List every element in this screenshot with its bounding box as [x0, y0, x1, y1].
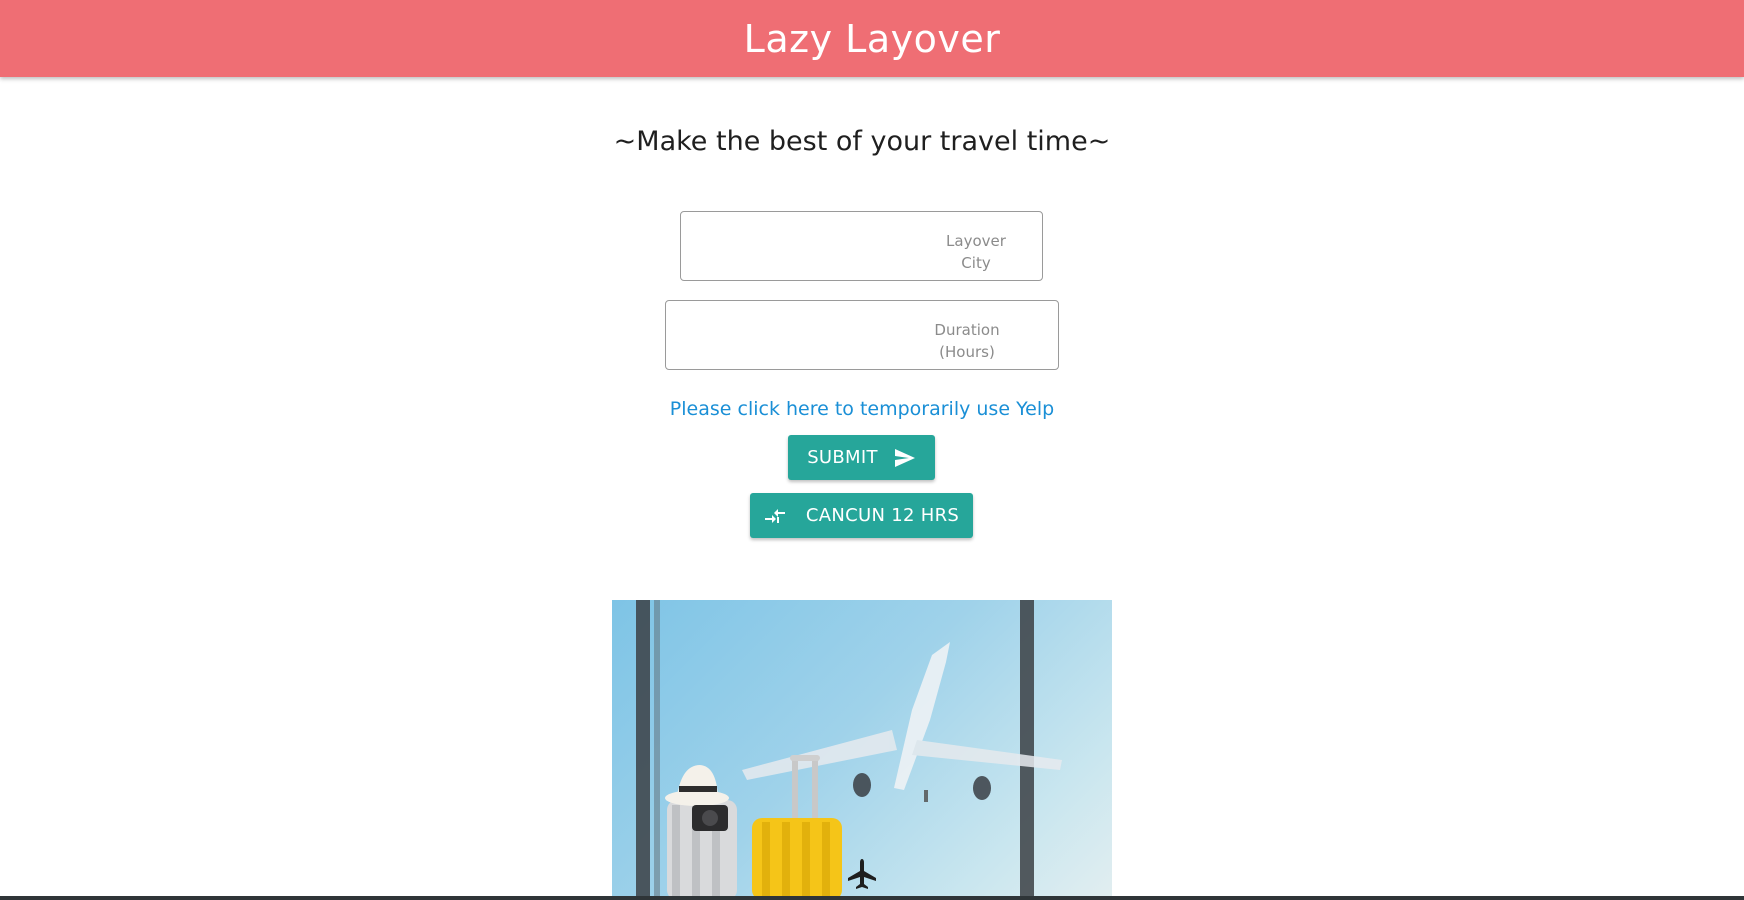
layover-city-input[interactable] [681, 212, 1042, 280]
yelp-link[interactable]: Please click here to temporarily use Yel… [0, 398, 1724, 420]
bottom-edge [0, 896, 1744, 900]
cancun-button-label: CANCUN 12 HRS [805, 505, 960, 526]
app-title: Lazy Layover [743, 16, 1001, 61]
send-icon [894, 448, 916, 468]
duration-input[interactable] [666, 301, 1058, 369]
layover-city-field[interactable]: Layover City [680, 211, 1043, 281]
submit-button-label: SUBMIT [807, 447, 878, 468]
top-navbar: Lazy Layover [0, 0, 1744, 77]
compare-arrows-icon [764, 508, 786, 524]
submit-button[interactable]: SUBMIT [788, 435, 935, 480]
hero-image [612, 600, 1112, 900]
hero-illustration [636, 600, 1062, 900]
airplane-icon [848, 859, 876, 889]
cancun-12-hrs-button[interactable]: CANCUN 12 HRS [750, 493, 973, 538]
airplane-photo [742, 642, 1062, 802]
page-tagline: ~Make the best of your travel time~ [613, 126, 1111, 157]
duration-field[interactable]: Duration (Hours) [665, 300, 1059, 370]
